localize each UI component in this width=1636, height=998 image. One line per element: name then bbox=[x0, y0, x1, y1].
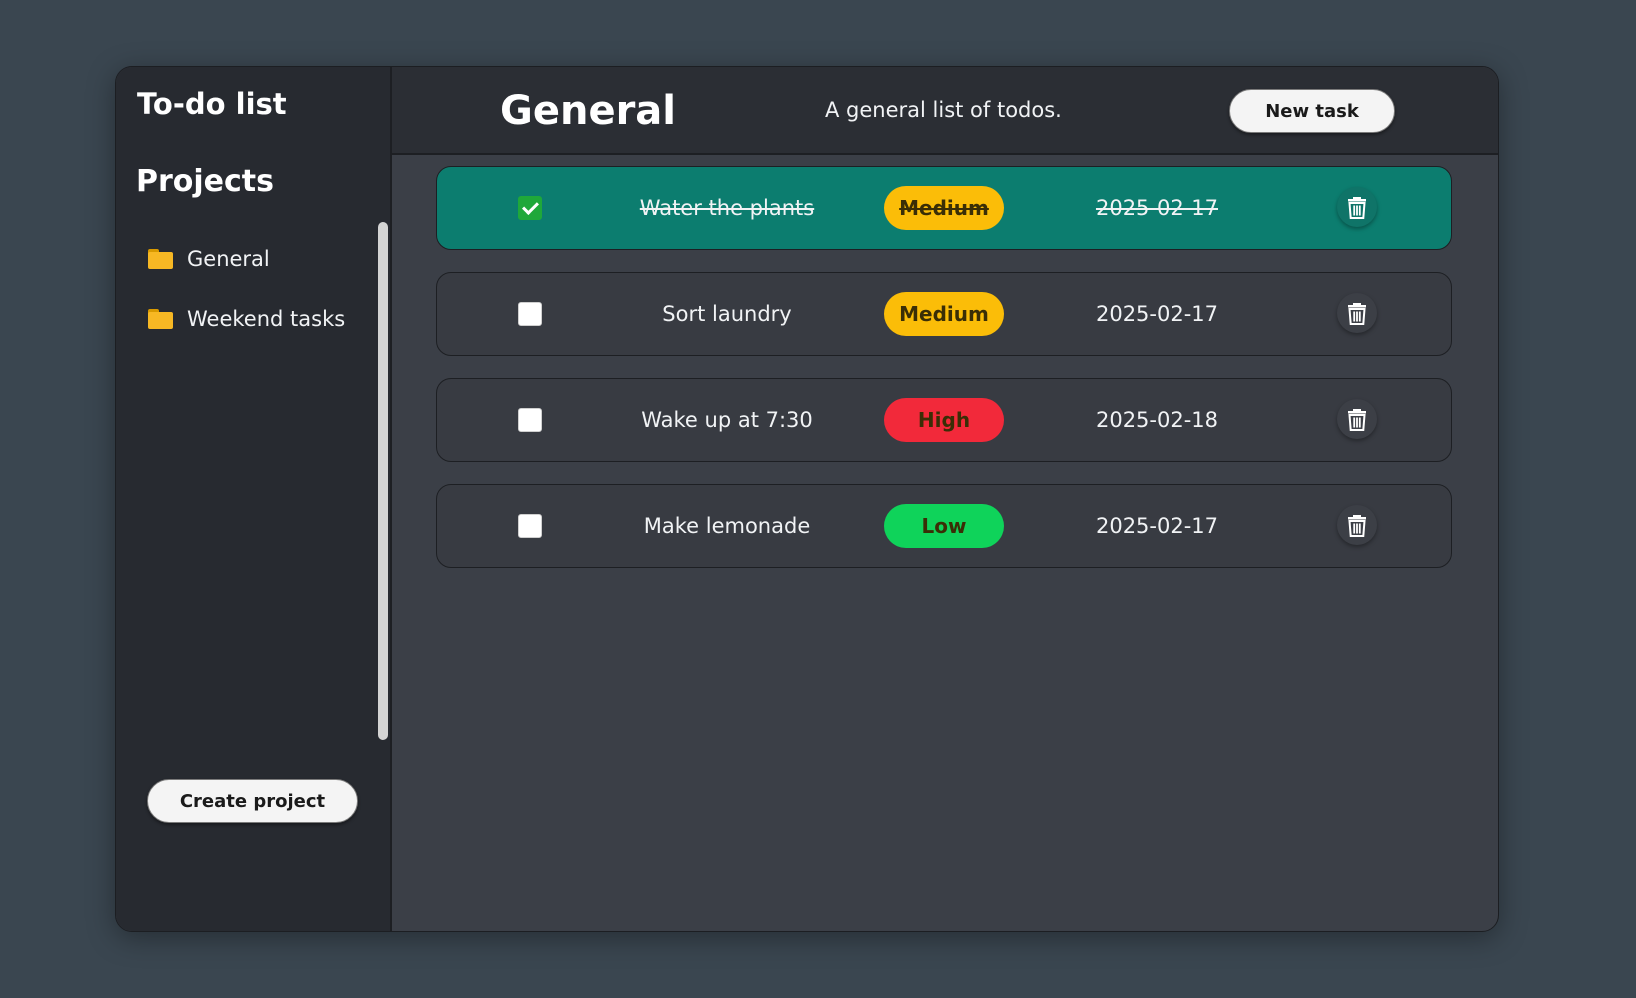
task-checkbox[interactable] bbox=[518, 514, 542, 538]
sidebar-item-label: General bbox=[187, 247, 270, 271]
app-window: To-do list Projects General Weekend task… bbox=[115, 66, 1499, 932]
priority-badge: Medium bbox=[884, 292, 1004, 336]
priority-badge: High bbox=[884, 398, 1004, 442]
delete-task-button[interactable] bbox=[1337, 187, 1377, 227]
task-row: Wake up at 7:30 High 2025-02-18 bbox=[436, 378, 1452, 462]
task-due-date: 2025-02-17 bbox=[1095, 302, 1219, 326]
task-name: Water the plants bbox=[639, 196, 815, 220]
projects-heading: Projects bbox=[136, 164, 275, 199]
task-row: Make lemonade Low 2025-02-17 bbox=[436, 484, 1452, 568]
trash-icon bbox=[1348, 515, 1366, 537]
folder-icon bbox=[148, 309, 173, 329]
sidebar: To-do list Projects General Weekend task… bbox=[116, 67, 392, 931]
task-checkbox[interactable] bbox=[518, 196, 542, 220]
task-name: Sort laundry bbox=[662, 302, 792, 326]
delete-task-button[interactable] bbox=[1337, 399, 1377, 439]
project-list: General Weekend tasks bbox=[148, 229, 345, 349]
delete-task-button[interactable] bbox=[1337, 293, 1377, 333]
task-list: Water the plants Medium 2025-02-17 Sort … bbox=[436, 166, 1452, 590]
priority-badge: Low bbox=[884, 504, 1004, 548]
checkmark-icon bbox=[522, 198, 539, 215]
page-title: General bbox=[500, 88, 676, 134]
app-title: To-do list bbox=[137, 87, 287, 121]
task-name: Make lemonade bbox=[643, 514, 811, 538]
trash-icon bbox=[1348, 409, 1366, 431]
trash-icon bbox=[1348, 197, 1366, 219]
create-project-button[interactable]: Create project bbox=[147, 779, 358, 823]
task-name: Wake up at 7:30 bbox=[641, 408, 813, 432]
task-checkbox[interactable] bbox=[518, 302, 542, 326]
sidebar-scrollbar[interactable] bbox=[378, 222, 388, 740]
trash-icon bbox=[1348, 303, 1366, 325]
priority-badge: Medium bbox=[884, 186, 1004, 230]
new-task-button[interactable]: New task bbox=[1229, 89, 1395, 133]
task-checkbox[interactable] bbox=[518, 408, 542, 432]
task-due-date: 2025-02-17 bbox=[1095, 196, 1219, 220]
sidebar-item-label: Weekend tasks bbox=[187, 307, 346, 331]
task-due-date: 2025-02-18 bbox=[1095, 408, 1219, 432]
sidebar-item-weekend-tasks[interactable]: Weekend tasks bbox=[148, 289, 345, 349]
project-description: A general list of todos. bbox=[825, 98, 1062, 122]
sidebar-item-general[interactable]: General bbox=[148, 229, 345, 289]
task-row: Sort laundry Medium 2025-02-17 bbox=[436, 272, 1452, 356]
delete-task-button[interactable] bbox=[1337, 505, 1377, 545]
folder-icon bbox=[148, 249, 173, 269]
project-header: General A general list of todos. New tas… bbox=[392, 67, 1498, 155]
main-panel: General A general list of todos. New tas… bbox=[392, 67, 1498, 931]
task-row: Water the plants Medium 2025-02-17 bbox=[436, 166, 1452, 250]
task-due-date: 2025-02-17 bbox=[1095, 514, 1219, 538]
